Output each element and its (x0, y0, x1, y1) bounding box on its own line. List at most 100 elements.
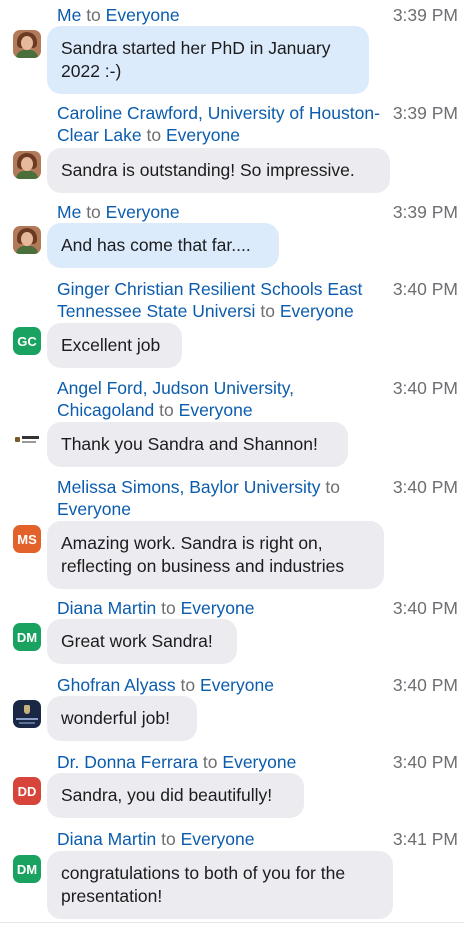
message-bubble[interactable]: Thank you Sandra and Shannon! (47, 422, 348, 467)
recipient-everyone[interactable]: Everyone (222, 752, 296, 772)
message-timestamp: 3:40 PM (392, 752, 458, 772)
message-text: congratulations to both of you for the pr… (61, 862, 345, 908)
image-stripe (19, 722, 35, 724)
to-connector: to (161, 598, 176, 618)
message-text: Sandra, you did beautifully! (61, 784, 272, 807)
message-bubble[interactable]: Sandra, you did beautifully! (47, 773, 304, 818)
logo-text-bar (22, 441, 36, 443)
message-text: And has come that far.... (61, 234, 251, 257)
sender-name[interactable]: Diana Martin (57, 829, 156, 849)
to-connector: to (159, 400, 174, 420)
avatar-initials[interactable]: DM (13, 855, 41, 883)
avatar-shirt (16, 171, 38, 179)
recipient-everyone[interactable]: Everyone (166, 125, 240, 145)
message-text-line: 2022 :-) (61, 61, 122, 81)
crest-shape (24, 705, 30, 714)
message-timestamp: 3:39 PM (392, 103, 458, 123)
message-text-line: reflecting on business and industries (61, 556, 345, 576)
avatar-initials[interactable]: GC (13, 327, 41, 355)
message-text-line: Sandra started her PhD in January (61, 38, 331, 58)
sender-name[interactable]: Me (57, 202, 81, 222)
image-stripe (16, 718, 38, 720)
message-text: Sandra started her PhD in January 2022 :-… (61, 37, 330, 83)
sender-name[interactable]: Angel Ford, Judson University, Chicagola… (57, 378, 294, 420)
message-text: Sandra is outstanding! So impressive. (61, 159, 355, 182)
message-text-line: wonderful job! (61, 708, 170, 728)
message-bubble[interactable]: congratulations to both of you for the pr… (47, 851, 393, 919)
message-bubble[interactable]: And has come that far.... (47, 223, 279, 268)
logo-mark (15, 437, 20, 442)
message-timestamp: 3:40 PM (392, 279, 458, 299)
recipient-everyone[interactable]: Everyone (179, 400, 253, 420)
recipient-everyone[interactable]: Everyone (106, 5, 180, 25)
to-connector: to (86, 202, 101, 222)
recipient-everyone[interactable]: Everyone (181, 598, 255, 618)
avatar-photo[interactable] (13, 30, 41, 58)
avatar-photo[interactable] (13, 226, 41, 254)
message-timestamp: 3:41 PM (392, 829, 458, 849)
recipient-everyone[interactable]: Everyone (200, 675, 274, 695)
message-text-line: Sandra, you did beautifully! (61, 785, 273, 805)
avatar-face (21, 232, 33, 246)
sender-line: Dr. Donna Ferrara to Everyone (57, 751, 387, 773)
to-connector: to (202, 752, 218, 772)
to-connector: to (146, 125, 162, 145)
message-timestamp: 3:40 PM (392, 477, 458, 497)
avatar-initials[interactable]: MS (13, 525, 41, 553)
message-text-line: And has come that far.... (61, 235, 251, 255)
sender-line: Ginger Christian Resilient Schools East … (57, 278, 387, 322)
message-timestamp: 3:39 PM (392, 5, 458, 25)
message-bubble[interactable]: Sandra started her PhD in January 2022 :-… (47, 26, 369, 94)
sender-line: Angel Ford, Judson University, Chicagola… (57, 377, 387, 421)
divider (0, 922, 464, 923)
sender-line: Me to Everyone (57, 4, 387, 26)
sender-line: Ghofran Alyass to Everyone (57, 674, 387, 696)
message-text-line: Excellent job (61, 335, 161, 355)
avatar-initials[interactable]: DD (13, 777, 41, 805)
message-text-line: Great work Sandra! (61, 631, 213, 651)
avatar-face (21, 157, 33, 171)
message-timestamp: 3:39 PM (392, 202, 458, 222)
recipient-everyone[interactable]: Everyone (57, 499, 131, 519)
message-text: wonderful job! (61, 707, 170, 730)
sender-line: Me to Everyone (57, 201, 387, 223)
message-text-line: Amazing work. Sandra is right on, (61, 533, 323, 553)
sender-name[interactable]: Melissa Simons, Baylor University (57, 477, 321, 497)
message-bubble[interactable]: Sandra is outstanding! So impressive. (47, 148, 390, 193)
sender-line: Diana Martin to Everyone (57, 828, 387, 850)
to-connector: to (86, 5, 101, 25)
sender-line: Diana Martin to Everyone (57, 597, 387, 619)
sender-name[interactable]: Dr. Donna Ferrara (57, 752, 198, 772)
sender-line: Melissa Simons, Baylor University to Eve… (57, 476, 387, 520)
message-text-line: Sandra is outstanding! So impressive. (61, 160, 355, 180)
message-timestamp: 3:40 PM (392, 598, 458, 618)
recipient-everyone[interactable]: Everyone (280, 301, 354, 321)
to-connector: to (325, 477, 341, 497)
logo-text-bar (22, 436, 39, 439)
message-text-line: congratulations to both of you for the (61, 863, 346, 883)
avatar-logo[interactable] (13, 425, 41, 453)
recipient-everyone[interactable]: Everyone (106, 202, 180, 222)
message-text-line: presentation! (61, 886, 163, 906)
avatar-image[interactable] (13, 700, 41, 728)
message-bubble[interactable]: Excellent job (47, 323, 182, 368)
avatar-shirt (16, 246, 38, 254)
sender-name[interactable]: Me (57, 5, 81, 25)
sender-name[interactable]: Ghofran Alyass (57, 675, 176, 695)
to-connector: to (180, 675, 196, 695)
message-bubble[interactable]: Great work Sandra! (47, 619, 237, 664)
message-timestamp: 3:40 PM (392, 675, 458, 695)
to-connector: to (260, 301, 275, 321)
chat-message-list[interactable]: Me to Everyone 3:39 PM Sandra started her … (0, 0, 464, 926)
message-bubble[interactable]: Amazing work. Sandra is right on, reflect… (47, 521, 384, 589)
message-text: Thank you Sandra and Shannon! (61, 433, 318, 456)
message-text: Great work Sandra! (61, 630, 213, 653)
avatar-face (21, 36, 33, 50)
sender-name[interactable]: Diana Martin (57, 598, 156, 618)
avatar-initials[interactable]: DM (13, 623, 41, 651)
message-bubble[interactable]: wonderful job! (47, 696, 197, 741)
message-text-line: Thank you Sandra and Shannon! (61, 434, 318, 454)
recipient-everyone[interactable]: Everyone (181, 829, 255, 849)
message-timestamp: 3:40 PM (392, 378, 458, 398)
avatar-photo[interactable] (13, 151, 41, 179)
